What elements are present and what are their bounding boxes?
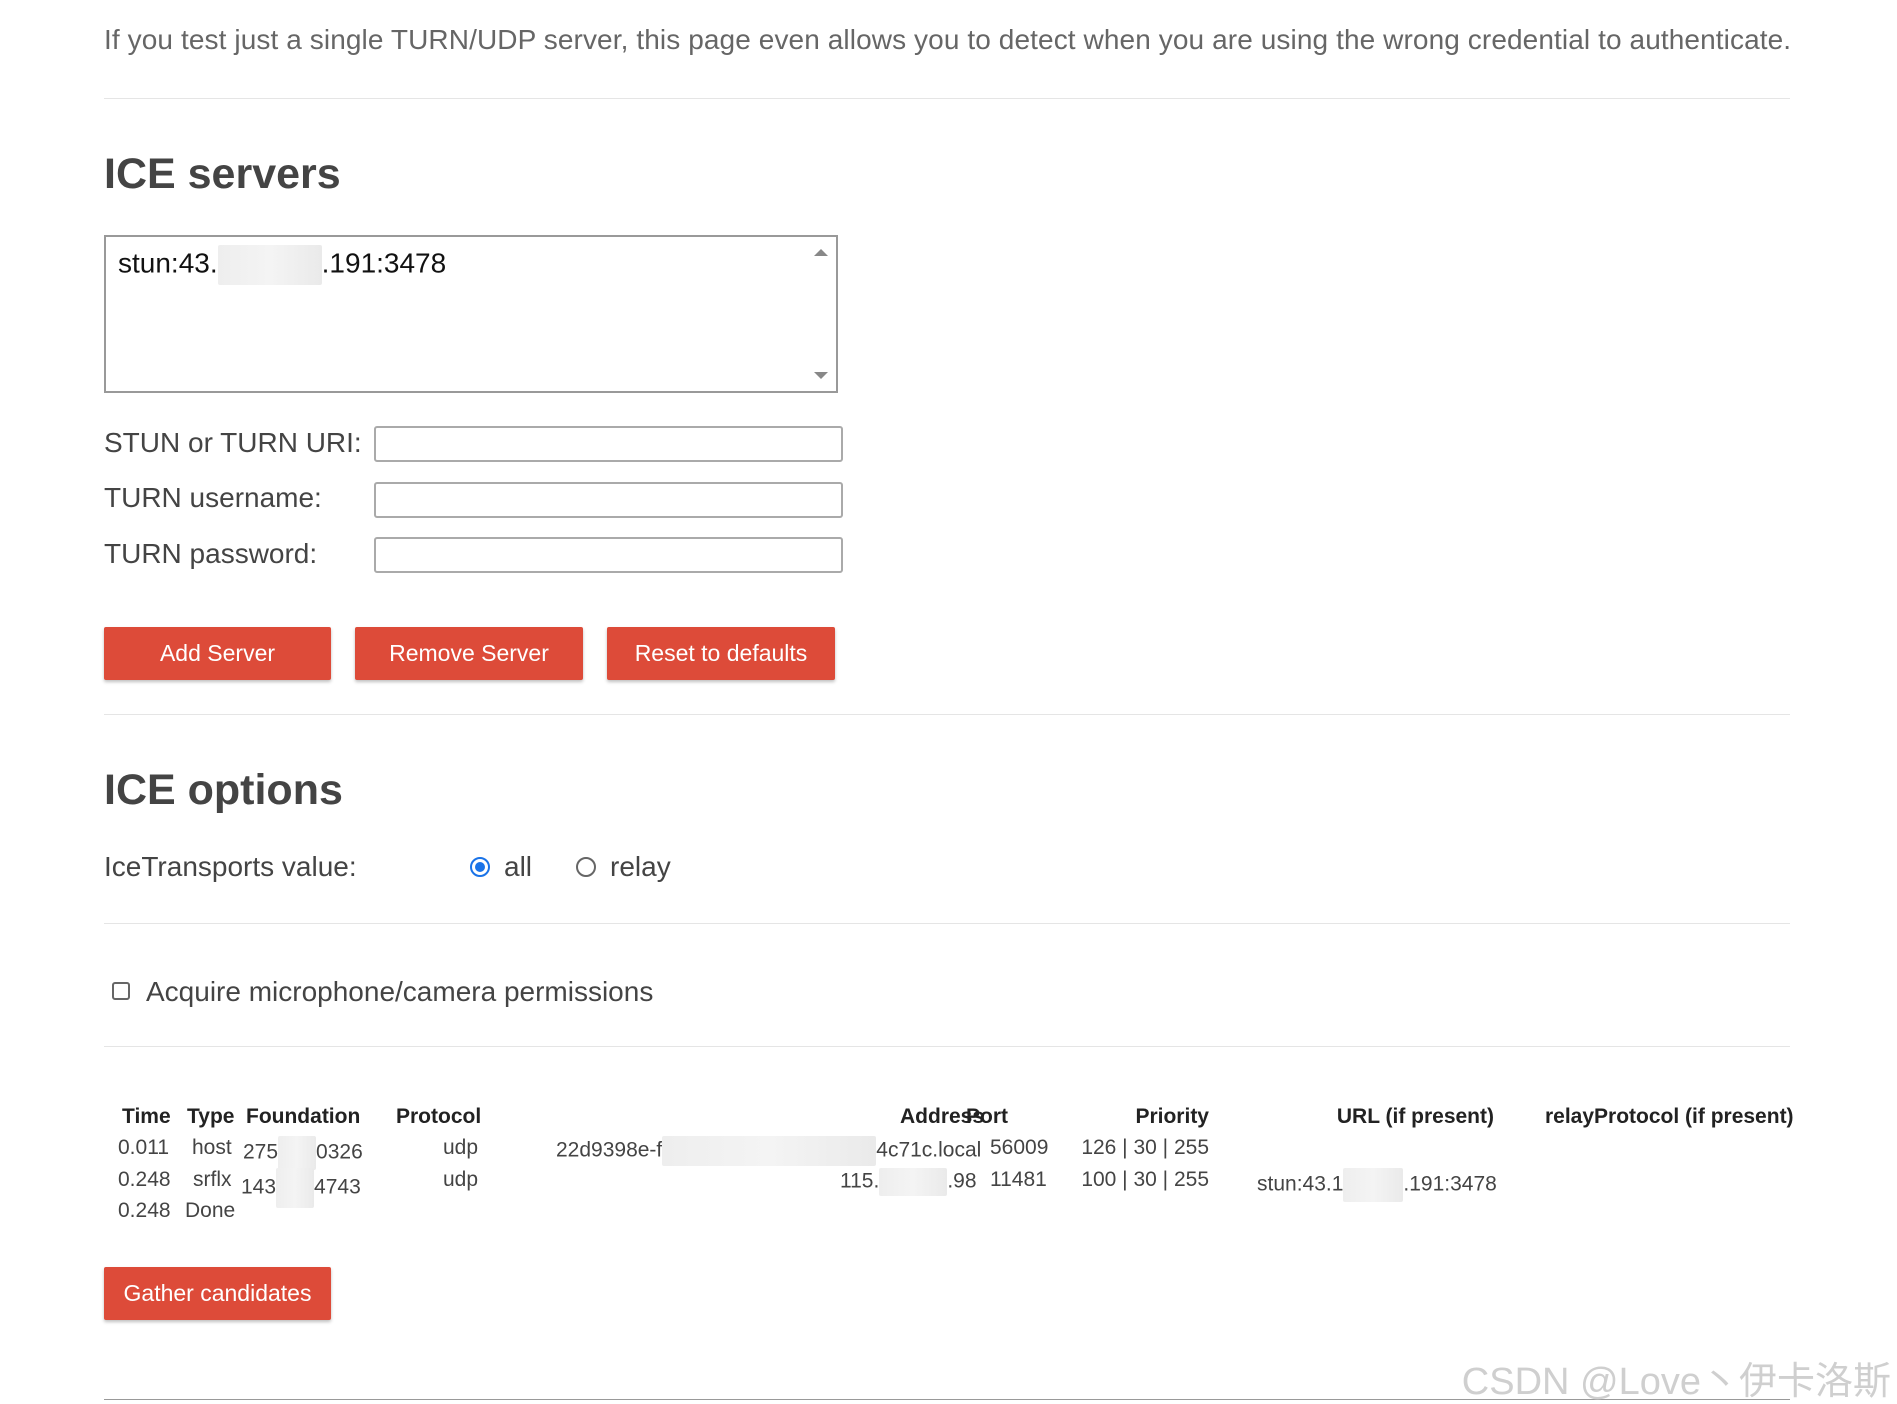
divider bbox=[104, 1046, 1790, 1047]
intro-text: If you test just a single TURN/UDP serve… bbox=[104, 24, 1792, 55]
redacted-blur bbox=[662, 1136, 877, 1166]
cell-port: 56009 bbox=[990, 1136, 1049, 1159]
gather-candidates-button[interactable]: Gather candidates bbox=[104, 1267, 331, 1320]
address-suffix: 4c71c.local bbox=[876, 1138, 982, 1162]
radio-all-label[interactable]: all bbox=[504, 851, 532, 883]
cell-type: srflx bbox=[193, 1168, 232, 1191]
url-suffix: .191:3478 bbox=[1403, 1172, 1497, 1196]
header-port: Port bbox=[966, 1105, 1008, 1128]
scroll-down-arrow-icon[interactable] bbox=[814, 372, 828, 379]
cell-address: 22d9398e-f 4c71c.local bbox=[556, 1136, 981, 1166]
done-time: 0.248 bbox=[118, 1199, 171, 1222]
cell-protocol: udp bbox=[443, 1168, 479, 1191]
password-input[interactable] bbox=[374, 537, 843, 573]
divider bbox=[104, 923, 1790, 924]
radio-relay-label[interactable]: relay bbox=[610, 851, 671, 883]
header-address: Address bbox=[900, 1105, 985, 1128]
permissions-checkbox[interactable] bbox=[112, 982, 130, 1000]
ice-servers-title: ICE servers bbox=[104, 150, 341, 198]
divider bbox=[104, 714, 1790, 715]
cell-protocol: udp bbox=[443, 1136, 479, 1159]
cell-address: 115. .98 bbox=[840, 1168, 977, 1196]
password-label: TURN password: bbox=[104, 538, 318, 569]
remove-server-button[interactable]: Remove Server bbox=[355, 627, 583, 680]
header-time: Time bbox=[122, 1105, 171, 1128]
foundation-suffix: 0326 bbox=[316, 1140, 363, 1164]
server-uri-suffix: .191:3478 bbox=[321, 247, 447, 279]
header-url: URL (if present) bbox=[1336, 1105, 1494, 1128]
cell-priority: 100 | 30 | 255 bbox=[1081, 1168, 1209, 1191]
reset-defaults-button[interactable]: Reset to defaults bbox=[607, 627, 835, 680]
radio-relay[interactable] bbox=[576, 857, 596, 877]
cell-port: 11481 bbox=[990, 1168, 1047, 1191]
redacted-blur bbox=[276, 1168, 315, 1208]
header-type: Type bbox=[187, 1105, 235, 1128]
uri-label: STUN or TURN URI: bbox=[104, 427, 362, 458]
cell-priority: 126 | 30 | 255 bbox=[1081, 1136, 1209, 1159]
username-input[interactable] bbox=[374, 482, 843, 518]
permissions-label[interactable]: Acquire microphone/camera permissions bbox=[146, 976, 653, 1008]
cell-time: 0.248 bbox=[118, 1168, 171, 1191]
address-prefix: 115. bbox=[840, 1169, 880, 1193]
cell-time: 0.011 bbox=[118, 1136, 169, 1159]
scroll-up-arrow-icon[interactable] bbox=[814, 249, 828, 256]
cell-type: host bbox=[192, 1136, 232, 1159]
address-prefix: 22d9398e-f bbox=[556, 1138, 663, 1162]
server-uri-prefix: stun:43. bbox=[118, 247, 218, 279]
header-protocol: Protocol bbox=[396, 1105, 482, 1128]
header-foundation: Foundation bbox=[246, 1105, 361, 1128]
cell-foundation: 275 0326 bbox=[243, 1136, 363, 1170]
add-server-button[interactable]: Add Server bbox=[104, 627, 331, 680]
radio-all[interactable] bbox=[470, 857, 490, 877]
foundation-prefix: 275 bbox=[243, 1140, 279, 1164]
address-suffix: .98 bbox=[947, 1169, 977, 1193]
uri-input[interactable] bbox=[374, 426, 843, 462]
watermark: CSDN @Love丶伊卡洛斯 bbox=[1461, 1361, 1891, 1403]
cell-url: stun:43.1 .191:3478 bbox=[1257, 1168, 1497, 1202]
header-relay-protocol: relayProtocol (if present) bbox=[1545, 1105, 1794, 1128]
ice-options-title: ICE options bbox=[104, 766, 343, 814]
server-list-item[interactable]: stun:43. .191:3478 bbox=[118, 245, 446, 285]
header-priority: Priority bbox=[1135, 1105, 1209, 1128]
username-label: TURN username: bbox=[104, 482, 322, 513]
redacted-blur bbox=[879, 1168, 948, 1196]
cell-foundation: 143 4743 bbox=[241, 1168, 361, 1208]
foundation-suffix: 4743 bbox=[314, 1175, 361, 1199]
done-label: Done bbox=[185, 1199, 236, 1222]
url-prefix: stun:43.1 bbox=[1257, 1172, 1344, 1196]
page: If you test just a single TURN/UDP serve… bbox=[0, 0, 1897, 1404]
redacted-blur bbox=[1343, 1168, 1404, 1202]
foundation-prefix: 143 bbox=[241, 1175, 277, 1199]
server-list[interactable]: stun:43. .191:3478 bbox=[104, 235, 838, 393]
ice-transports-label: IceTransports value: bbox=[104, 851, 357, 882]
divider bbox=[104, 98, 1790, 99]
redacted-blur bbox=[278, 1136, 317, 1170]
redacted-blur bbox=[217, 245, 322, 285]
